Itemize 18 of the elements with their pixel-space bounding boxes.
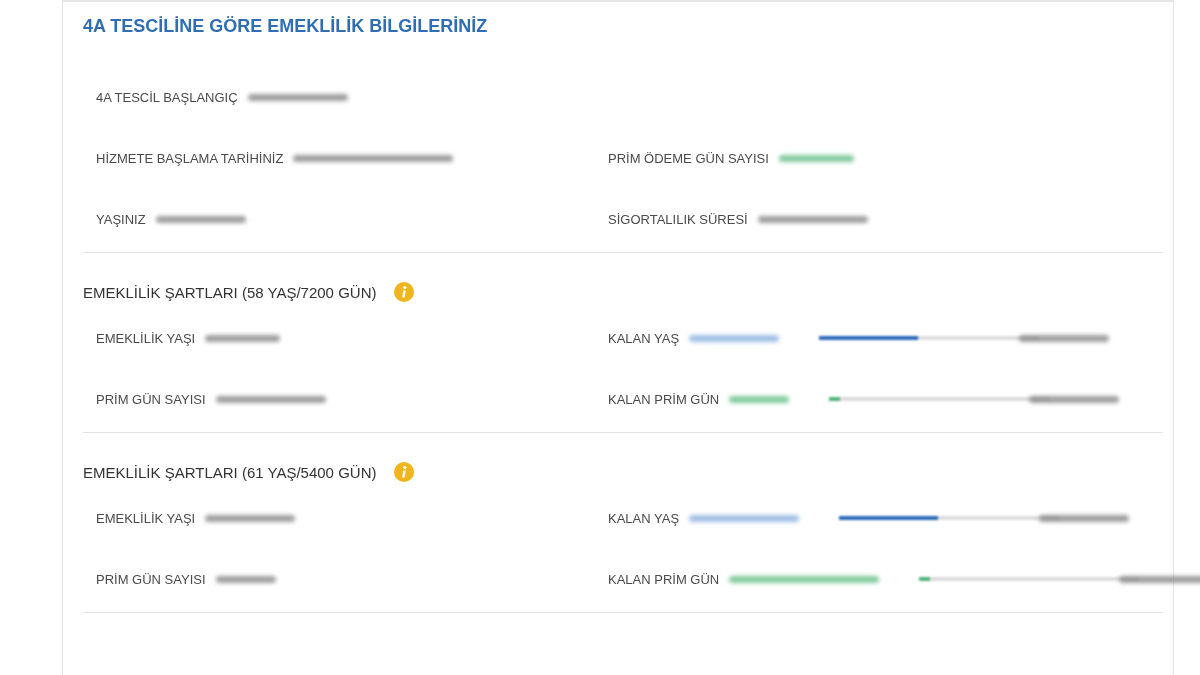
field-label: KALAN YAŞ: [608, 510, 680, 526]
field-label: KALAN PRİM GÜN: [608, 391, 720, 407]
info-icon[interactable]: [394, 282, 415, 302]
field-label: KALAN YAŞ: [608, 330, 680, 346]
field-label: HİZMETE BAŞLAMA TARİHİNİZ: [96, 150, 284, 166]
field-label: PRİM GÜN SAYISI: [96, 391, 206, 407]
info-icon[interactable]: [394, 462, 415, 482]
field-label: YAŞINIZ: [96, 211, 146, 227]
field-label: EMEKLİLİK YAŞI: [96, 330, 196, 346]
field-label: PRİM ÖDEME GÜN SAYISI: [608, 150, 769, 166]
field-label: EMEKLİLİK YAŞI: [96, 510, 196, 526]
section-heading: EMEKLİLİK ŞARTLARI (58 YAŞ/7200 GÜN): [83, 283, 377, 301]
field-label: KALAN PRİM GÜN: [608, 571, 720, 587]
field-label: 4A TESCİL BAŞLANGIÇ: [96, 89, 238, 105]
field-label: SİGORTALILIK SÜRESİ: [608, 211, 748, 227]
field-label: PRİM GÜN SAYISI: [96, 571, 206, 587]
section-title: 4A TESCİLİNE GÖRE EMEKLİLİK BİLGİLERİNİZ: [83, 16, 489, 37]
section-heading: EMEKLİLİK ŞARTLARI (61 YAŞ/5400 GÜN): [83, 463, 377, 481]
